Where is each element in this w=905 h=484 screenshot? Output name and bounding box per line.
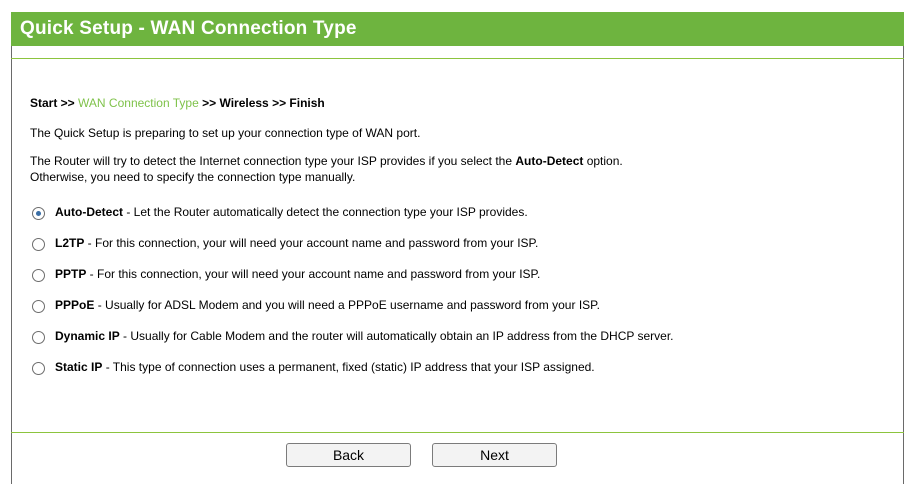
radio-pptp[interactable]: [32, 269, 45, 282]
detect-text-line1: The Router will try to detect the Intern…: [30, 154, 623, 168]
connection-type-options: Auto-Detect - Let the Router automatical…: [32, 202, 674, 388]
option-static-ip[interactable]: Static IP - This type of connection uses…: [32, 357, 674, 388]
back-button[interactable]: Back: [286, 443, 411, 467]
page-title: Quick Setup - WAN Connection Type: [20, 18, 357, 39]
detect-text-line2: Otherwise, you need to specify the conne…: [30, 170, 356, 184]
intro-text: The Quick Setup is preparing to set up y…: [30, 126, 421, 140]
radio-auto-detect[interactable]: [32, 207, 45, 220]
breadcrumb-rest: >> Wireless >> Finish: [202, 96, 325, 110]
breadcrumb-current: WAN Connection Type: [78, 96, 199, 110]
next-button[interactable]: Next: [432, 443, 557, 467]
radio-static-ip[interactable]: [32, 362, 45, 375]
option-pptp[interactable]: PPTP - For this connection, your will ne…: [32, 264, 674, 295]
breadcrumb-start: Start >>: [30, 96, 75, 110]
radio-dynamic-ip[interactable]: [32, 331, 45, 344]
breadcrumb: Start >> WAN Connection Type >> Wireless…: [30, 96, 325, 110]
divider-top: [11, 58, 904, 59]
option-dynamic-ip[interactable]: Dynamic IP - Usually for Cable Modem and…: [32, 326, 674, 357]
radio-l2tp[interactable]: [32, 238, 45, 251]
divider-bottom: [11, 432, 904, 433]
option-l2tp[interactable]: L2TP - For this connection, your will ne…: [32, 233, 674, 264]
option-auto-detect[interactable]: Auto-Detect - Let the Router automatical…: [32, 202, 674, 233]
radio-pppoe[interactable]: [32, 300, 45, 313]
option-pppoe[interactable]: PPPoE - Usually for ADSL Modem and you w…: [32, 295, 674, 326]
